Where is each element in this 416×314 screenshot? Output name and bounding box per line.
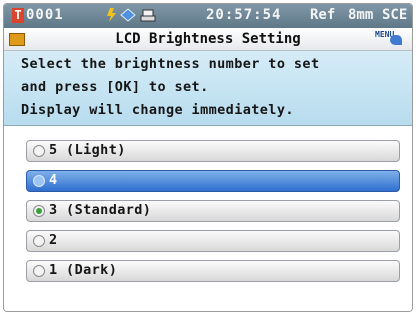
option-label: 1 (Dark) (49, 262, 118, 278)
radio-icon (33, 235, 45, 247)
target-badge-icon: T (12, 8, 24, 23)
ref-indicator: Ref (310, 7, 336, 23)
status-bar: T 0001 20:57:54 Ref 8mm SCE (4, 4, 412, 28)
instructions-panel: Select the brightness number to set and … (4, 51, 412, 126)
instruction-line-2: and press [OK] to set. (21, 79, 209, 95)
lens-icon (120, 8, 136, 22)
option-4[interactable]: 4 (26, 170, 400, 192)
status-icons (106, 7, 166, 27)
radio-selected-icon (33, 205, 45, 217)
printer-icon (140, 9, 156, 22)
option-label: 4 (49, 172, 58, 188)
power-icon (107, 8, 116, 22)
aperture-indicator: 8mm (348, 7, 374, 23)
option-label: 5 (Light) (49, 142, 126, 158)
mode-indicator: SCE (382, 7, 408, 23)
menu-button[interactable]: MENU (372, 29, 408, 48)
sample-id: 0001 (26, 7, 64, 23)
clock-time: 20:57:54 (206, 7, 282, 23)
radio-icon (33, 175, 45, 187)
radio-icon (33, 145, 45, 157)
option-5-light[interactable]: 5 (Light) (26, 140, 400, 162)
radio-icon (33, 265, 45, 277)
return-arrow-icon (390, 35, 402, 45)
instruction-line-1: Select the brightness number to set (21, 56, 320, 72)
option-1-dark[interactable]: 1 (Dark) (26, 260, 400, 282)
device-screen: T 0001 20:57:54 Ref 8mm SCE LCD Brightne… (3, 3, 413, 312)
option-label: 2 (49, 232, 58, 248)
option-2[interactable]: 2 (26, 230, 400, 252)
page-title: LCD Brightness Setting (115, 31, 301, 47)
status-icon-group (107, 8, 156, 22)
brightness-option-list: 5 (Light) 4 3 (Standard) 2 1 (Dark) (4, 126, 412, 311)
instruction-line-3: Display will change immediately. (21, 102, 294, 118)
option-label: 3 (Standard) (49, 202, 152, 218)
title-bar: LCD Brightness Setting MENU (4, 28, 412, 51)
option-3-standard[interactable]: 3 (Standard) (26, 200, 400, 222)
